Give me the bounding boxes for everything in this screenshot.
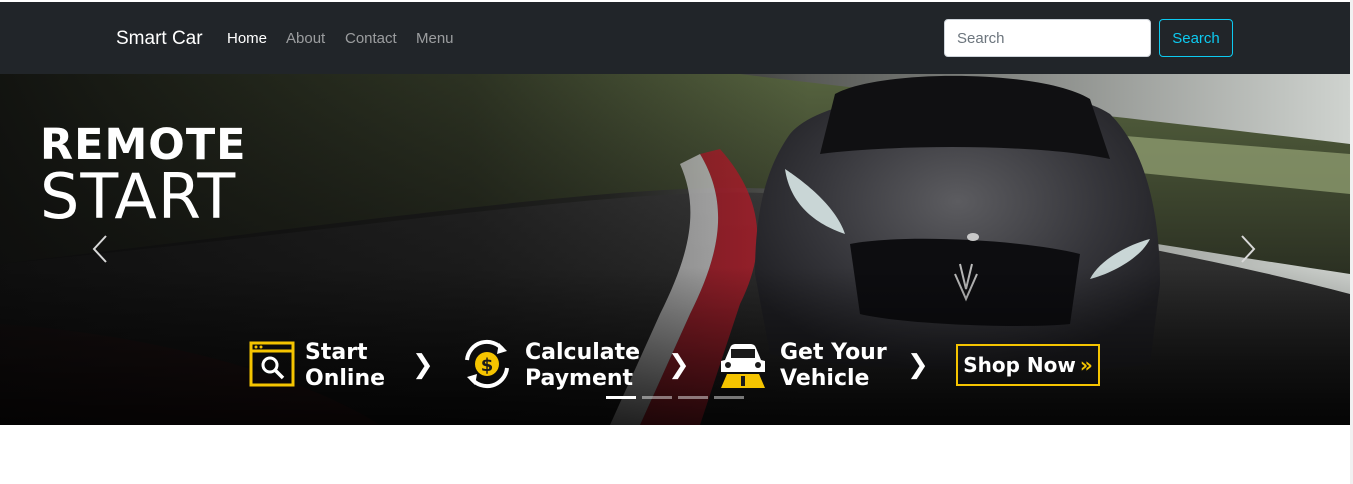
step-separator: ❯ [668, 350, 690, 380]
chevron-left-icon [92, 235, 107, 263]
car-road-icon [721, 344, 765, 388]
step-separator: ❯ [907, 350, 929, 380]
carousel-indicator-1[interactable] [606, 396, 636, 399]
step-get-vehicle: Get Your Vehicle [780, 340, 887, 392]
carousel-prev-button[interactable] [70, 224, 130, 274]
carousel-indicator-2[interactable] [642, 396, 672, 399]
nav-link-home[interactable]: Home [227, 30, 267, 47]
shop-now-label: Shop Now [963, 353, 1076, 377]
step-line2: Vehicle [780, 366, 870, 391]
start-title: START [40, 160, 237, 233]
dollar-cycle-icon: $ [465, 339, 509, 389]
chevron-right-icon [1241, 235, 1256, 263]
nav-link-about[interactable]: About [286, 30, 325, 47]
step-start-online: Start Online [305, 340, 385, 392]
carousel-indicator-4[interactable] [714, 396, 744, 399]
step-separator: ❯ [412, 350, 434, 380]
hero-carousel: REMOTE START Start Online ❯ $ Calculate … [0, 74, 1350, 425]
step-line2: Online [305, 366, 386, 391]
step-line1: Start [305, 340, 368, 365]
carousel-indicator-3[interactable] [678, 396, 708, 399]
nav-link-menu[interactable]: Menu [416, 30, 454, 47]
shop-now-button[interactable]: Shop Now » [956, 344, 1100, 386]
brand-logo[interactable]: Smart Car [116, 28, 203, 50]
double-chevron-icon: » [1079, 353, 1093, 377]
step-calculate-payment: Calculate Payment [525, 340, 640, 392]
carousel-next-button[interactable] [1218, 224, 1278, 274]
browser-search-icon [249, 341, 295, 387]
step-line1: Get Your [780, 340, 887, 365]
navbar: Smart Car Home About Contact Menu Search [0, 2, 1350, 74]
search-button[interactable]: Search [1159, 19, 1233, 57]
nav-link-contact[interactable]: Contact [345, 30, 397, 47]
search-input[interactable] [944, 19, 1151, 57]
step-line1: Calculate [525, 340, 641, 365]
carousel-indicators [606, 396, 744, 399]
page: Smart Car Home About Contact Menu Search [0, 0, 1353, 484]
step-line2: Payment [525, 366, 634, 391]
svg-text:$: $ [481, 355, 494, 376]
